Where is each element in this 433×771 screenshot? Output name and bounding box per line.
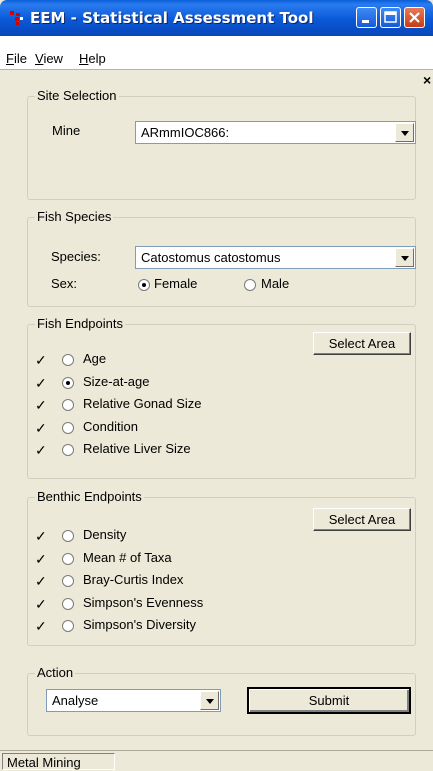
- site-selection-legend: Site Selection: [35, 88, 119, 103]
- benthic-endpoint-radio-1[interactable]: [62, 552, 74, 565]
- action-select[interactable]: Analyse: [46, 689, 221, 712]
- submit-button[interactable]: Submit: [247, 687, 411, 714]
- species-select[interactable]: Catostomus catostomus: [135, 246, 416, 269]
- status-text: Metal Mining: [2, 753, 115, 770]
- fish-endpoint-radio-1[interactable]: [62, 376, 74, 389]
- fish-endpoint-label: Relative Gonad Size: [83, 396, 202, 411]
- menu-file[interactable]: File: [6, 51, 27, 66]
- menu-view[interactable]: View: [35, 51, 63, 66]
- menu-help-accel: H: [79, 51, 89, 66]
- benthic-endpoint-label: Density: [83, 527, 127, 542]
- menu-file-accel: F: [6, 51, 14, 66]
- menu-help[interactable]: Help: [79, 51, 106, 66]
- benthic-endpoint-radio-4[interactable]: [62, 620, 74, 632]
- fish-endpoints-group: Fish Endpoints Select Area ✓ Age ✓ Size-at-…: [27, 316, 416, 479]
- fish-endpoint-label: Size-at-age: [83, 373, 150, 389]
- fish-endpoint-check-icon: ✓: [35, 419, 47, 436]
- benthic-select-area-button[interactable]: Select Area: [313, 508, 411, 531]
- action-select-value: Analyse: [52, 693, 99, 708]
- fish-endpoint-radio-4[interactable]: [62, 444, 74, 456]
- pane-close-button[interactable]: ×: [423, 73, 431, 87]
- fish-endpoint-label: Condition: [83, 418, 138, 434]
- benthic-endpoint-check-icon: ✓: [35, 573, 47, 589]
- sex-radio-female[interactable]: [138, 279, 150, 291]
- benthic-endpoint-check-icon: ✓: [35, 618, 47, 634]
- maximize-icon: [384, 11, 397, 23]
- status-bar: Metal Mining: [0, 750, 433, 771]
- fish-endpoint-label: Age: [83, 351, 107, 366]
- menu-help-label: elp: [88, 51, 106, 66]
- fish-endpoint-label: Relative Liver Size: [83, 441, 191, 456]
- species-select-value: Catostomus catostomus: [141, 250, 281, 265]
- mine-select-value: ARmmIOC866:: [141, 125, 230, 140]
- fish-endpoint-radio-2[interactable]: [62, 399, 74, 411]
- sex-radio-male[interactable]: [244, 279, 256, 291]
- maximize-button[interactable]: [380, 7, 401, 28]
- window-title: EEM - Statistical Assessment Tool: [30, 9, 314, 27]
- mine-label: Mine: [52, 123, 81, 138]
- benthic-endpoint-label: Simpson's Diversity: [83, 617, 197, 632]
- benthic-endpoint-check-icon: ✓: [35, 550, 47, 567]
- benthic-endpoint-label: Bray-Curtis Index: [83, 572, 184, 587]
- menu-bar: File View Help: [0, 36, 433, 70]
- fish-endpoint-check-icon: ✓: [35, 442, 47, 458]
- mine-select[interactable]: ARmmIOC866:: [135, 121, 416, 144]
- minimize-button[interactable]: [356, 7, 377, 28]
- action-legend: Action: [35, 665, 76, 680]
- sex-option-female: Female: [154, 276, 198, 291]
- sex-option-male: Male: [261, 276, 290, 291]
- benthic-endpoint-radio-0[interactable]: [62, 530, 74, 542]
- menu-view-label: iew: [43, 51, 63, 66]
- benthic-endpoints-group: Benthic Endpoints Select Area ✓ Density ✓ M…: [27, 489, 416, 646]
- site-selection-group: Site Selection Mine ARmmIOC866:: [27, 88, 416, 200]
- benthic-endpoints-legend: Benthic Endpoints: [35, 489, 144, 504]
- fish-species-legend: Fish Species: [35, 209, 114, 224]
- benthic-endpoint-check-icon: ✓: [35, 528, 47, 544]
- benthic-endpoint-radio-2[interactable]: [62, 575, 74, 587]
- chevron-down-icon[interactable]: [395, 123, 414, 142]
- benthic-endpoint-check-icon: ✓: [35, 595, 47, 612]
- benthic-endpoint-label: Mean # of Taxa: [83, 549, 172, 565]
- fish-species-group: Fish Species Species: Catostomus catosto…: [27, 209, 416, 307]
- benthic-endpoint-radio-3[interactable]: [62, 597, 74, 610]
- benthic-endpoint-label: Simpson's Evenness: [83, 594, 204, 610]
- fish-endpoints-legend: Fish Endpoints: [35, 316, 125, 331]
- app-icon: [10, 11, 23, 25]
- menu-file-label: ile: [13, 51, 27, 66]
- sex-label: Sex:: [51, 276, 78, 291]
- minimize-icon: [362, 20, 369, 23]
- chevron-down-icon[interactable]: [395, 248, 414, 267]
- close-icon: [409, 12, 420, 23]
- fish-endpoint-check-icon: ✓: [35, 397, 47, 413]
- fish-endpoint-radio-0[interactable]: [62, 354, 74, 366]
- title-bar[interactable]: EEM - Statistical Assessment Tool: [0, 0, 433, 36]
- fish-endpoint-check-icon: ✓: [35, 374, 47, 391]
- close-button[interactable]: [404, 7, 425, 28]
- action-group: Action Analyse Submit: [27, 665, 416, 736]
- fish-endpoint-check-icon: ✓: [35, 352, 47, 368]
- chevron-down-icon[interactable]: [200, 691, 219, 710]
- species-label: Species:: [51, 249, 101, 264]
- fish-endpoint-radio-3[interactable]: [62, 421, 74, 434]
- fish-select-area-button[interactable]: Select Area: [313, 332, 411, 355]
